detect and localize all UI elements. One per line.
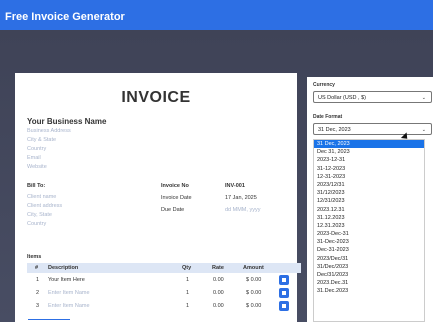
dropdown-option[interactable]: 2023.12.31 [314,206,424,214]
currency-label: Currency [313,82,335,88]
dropdown-option[interactable]: 31 Dec, 2023 [314,140,424,149]
dropdown-option[interactable]: 2023/12/31 [314,181,424,189]
business-name-field[interactable]: Your Business Name [27,117,106,126]
invoice-sheet: INVOICE Your Business Name Business Addr… [15,73,301,322]
col-amount: Amount [243,265,264,271]
table-row: 2 Enter Item Name 1 0.00 $ 0.00 [27,287,301,300]
item-description-field[interactable]: Enter Item Name [48,303,90,309]
date-format-value: 31 Dec, 2023 [318,126,351,133]
table-row: 1 Your Item Here 1 0.00 $ 0.00 [27,274,301,287]
dropdown-option[interactable]: 2023/Dec/31 [314,255,424,263]
client-country-field[interactable]: Country [27,221,46,227]
client-address-field[interactable]: Client address [27,203,62,209]
col-number: # [35,265,39,271]
item-qty-field[interactable]: 1 [186,303,189,309]
dropdown-option[interactable]: 12-31-2023 [314,173,424,181]
items-label: Items [27,254,42,260]
item-qty-field[interactable]: 1 [186,277,189,283]
invoice-number-field[interactable]: INV-001 [225,183,245,189]
row-number: 1 [36,277,40,283]
col-qty: Qty [182,265,192,271]
table-row: 3 Enter Item Name 1 0.00 $ 0.00 [27,300,301,313]
dropdown-option[interactable]: 31/12/2023 [314,189,424,197]
business-email-field[interactable]: Email [27,155,41,161]
item-rate-field[interactable]: 0.00 [213,303,224,309]
date-format-select[interactable]: 31 Dec, 2023 ⌄ [313,123,432,135]
dropdown-option[interactable]: 31.12.2023 [314,214,424,222]
dropdown-option[interactable]: 31.Dec.2023 [314,287,424,295]
invoice-heading: INVOICE [121,89,191,106]
dropdown-option[interactable]: 12/31/2023 [314,197,424,205]
dropdown-option[interactable]: 2023.Dec.31 [314,279,424,287]
item-qty-field[interactable]: 1 [186,290,189,296]
item-rate-field[interactable]: 0.00 [213,277,224,283]
invoice-date-label: Invoice Date [161,195,192,201]
business-website-field[interactable]: Website [27,164,47,170]
col-description: Description [48,265,79,271]
invoice-number-label: Invoice No [161,183,189,189]
dropdown-option[interactable]: 2023-Dec-31 [314,230,424,238]
row-number: 2 [36,290,40,296]
app-title: Free Invoice Generator [5,11,125,23]
dropdown-option[interactable]: 12.31.2023 [314,222,424,230]
date-format-dropdown: 31 Dec, 2023 Dec 31, 2023 2023-12-31 31-12-… [313,139,425,322]
business-country-field[interactable]: Country [27,146,46,152]
chevron-down-icon: ⌄ [421,95,426,101]
due-date-label: Due Date [161,207,185,213]
item-description-field[interactable]: Your Item Here [48,277,85,283]
client-name-field[interactable]: Client name [27,194,56,200]
bill-to-label: Bill To: [27,183,46,189]
items-table-header: # Description Qty Rate Amount [27,263,301,273]
item-rate-field[interactable]: 0.00 [213,290,224,296]
dropdown-option[interactable]: Dec/31/2023 [314,271,424,279]
date-format-label: Date Format [313,114,343,120]
item-description-field[interactable]: Enter Item Name [48,290,90,296]
business-city-field[interactable]: City & State [27,137,56,143]
row-number: 3 [36,303,40,309]
delete-row-button[interactable] [279,275,289,285]
delete-row-button[interactable] [279,301,289,311]
chevron-down-icon: ⌄ [421,127,426,133]
dropdown-option[interactable]: Dec-31-2023 [314,246,424,254]
due-date-field[interactable]: dd MMM, yyyy [225,207,260,213]
dropdown-option[interactable]: Dec 31, 2023 [314,148,424,156]
currency-value: US Dollar (USD , $) [318,94,366,101]
col-rate: Rate [212,265,224,271]
invoice-date-field[interactable]: 17 Jan, 2025 [225,195,257,201]
dropdown-option[interactable]: 31-Dec-2023 [314,238,424,246]
dropdown-option[interactable]: 31-12-2023 [314,165,424,173]
currency-select[interactable]: US Dollar (USD , $) ⌄ [313,91,432,103]
item-amount: $ 0.00 [246,303,262,309]
app-header: Free Invoice Generator [0,0,433,30]
dropdown-option[interactable]: 2023-12-31 [314,156,424,164]
business-address-field[interactable]: Business Address [27,128,71,134]
dropdown-option[interactable]: 31/Dec/2023 [314,263,424,271]
item-amount: $ 0.00 [246,277,262,283]
client-city-field[interactable]: City, State [27,212,52,218]
delete-row-button[interactable] [279,288,289,298]
item-amount: $ 0.00 [246,290,262,296]
